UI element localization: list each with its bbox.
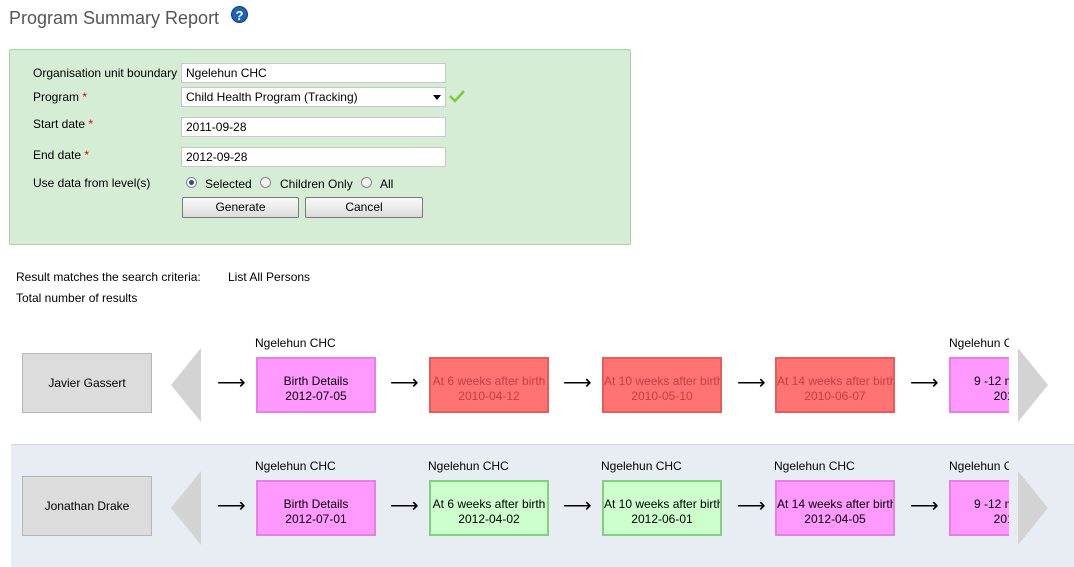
stage-name: At 6 weeks after birth bbox=[432, 497, 546, 511]
stage-box[interactable]: At 14 weeks after birth 2010-06-07 bbox=[775, 357, 895, 413]
radio-all[interactable] bbox=[361, 177, 372, 188]
stage-clip: 9 -12 months2012- bbox=[949, 480, 1009, 536]
scroll-right-icon[interactable] bbox=[1018, 471, 1048, 545]
page-title: Program Summary Report bbox=[9, 8, 220, 28]
arrow-right-icon: ⟶ bbox=[910, 495, 939, 517]
org-unit-label: Organisation unit boundary bbox=[33, 66, 178, 80]
stage-name: Birth Details bbox=[283, 374, 349, 388]
stage-name: At 6 weeks after birth bbox=[432, 374, 546, 388]
stage-box[interactable]: 9 -12 months2012- bbox=[949, 357, 1009, 413]
stage-name: Birth Details bbox=[283, 497, 349, 511]
help-icon[interactable]: ? bbox=[231, 6, 248, 23]
end-date-field[interactable]: 2012-09-28 bbox=[181, 147, 446, 167]
stage-box[interactable]: At 10 weeks after birth 2012-06-01 bbox=[602, 480, 722, 536]
arrow-right-icon: ⟶ bbox=[910, 372, 939, 394]
stage-name: At 10 weeks after birth bbox=[604, 497, 722, 511]
stage-name: 9 -12 months bbox=[973, 374, 1009, 388]
org-unit-field[interactable]: Ngelehun CHC bbox=[181, 63, 446, 83]
stage-org: Ngelehun CHC bbox=[255, 336, 336, 350]
radio-children-only[interactable] bbox=[260, 177, 271, 188]
radio-children-only-label: Children Only bbox=[280, 177, 353, 191]
criteria-label: Result matches the search criteria: bbox=[16, 270, 201, 284]
cancel-button[interactable]: Cancel bbox=[305, 197, 423, 218]
stage-date: 2012-07-05 bbox=[285, 389, 347, 403]
program-label: Program * bbox=[33, 90, 88, 104]
start-date-label: Start date * bbox=[33, 117, 94, 131]
start-date-field[interactable]: 2011-09-28 bbox=[181, 117, 446, 137]
stage-box[interactable]: At 6 weeks after birth 2010-04-12 bbox=[429, 357, 549, 413]
checkmark-icon bbox=[449, 90, 465, 103]
arrow-right-icon: ⟶ bbox=[217, 372, 246, 394]
stage-name: At 14 weeks after birth bbox=[777, 374, 895, 388]
stage-date: 2012-06-01 bbox=[631, 512, 693, 526]
stage-box[interactable]: 9 -12 months2012- bbox=[949, 480, 1009, 536]
level-label: Use data from level(s) bbox=[33, 176, 151, 190]
person-button[interactable]: Javier Gassert bbox=[22, 353, 152, 413]
stage-clip: 9 -12 months2012- bbox=[949, 357, 1009, 413]
radio-selected[interactable] bbox=[186, 177, 197, 188]
arrow-right-icon: ⟶ bbox=[737, 495, 766, 517]
stage-date: 2012-04-05 bbox=[804, 512, 866, 526]
stage-org: Ngelehun CHC bbox=[774, 459, 855, 473]
required-mark: * bbox=[88, 117, 94, 131]
stage-org: Ngelehun CHC bbox=[255, 459, 336, 473]
generate-button[interactable]: Generate bbox=[182, 197, 299, 218]
stage-box[interactable]: At 10 weeks after birth 2010-05-10 bbox=[602, 357, 722, 413]
scroll-left-icon[interactable] bbox=[171, 348, 201, 422]
stage-name: At 14 weeks after birth bbox=[777, 497, 895, 511]
radio-all-label: All bbox=[380, 177, 394, 191]
stage-date: 2012- bbox=[993, 512, 1009, 526]
arrow-right-icon: ⟶ bbox=[390, 372, 419, 394]
program-select-value: Child Health Program (Tracking) bbox=[186, 90, 358, 104]
stage-name: At 10 weeks after birth bbox=[604, 374, 722, 388]
chevron-down-icon bbox=[433, 95, 441, 100]
stage-box[interactable]: At 14 weeks after birth 2012-04-05 bbox=[775, 480, 895, 536]
stage-org: Ngelehun CHC bbox=[428, 459, 509, 473]
stage-org: Ngelehun CHC bbox=[949, 459, 1009, 473]
stage-date: 2012-04-02 bbox=[458, 512, 520, 526]
stage-org: Ngelehun CHC bbox=[949, 336, 1009, 350]
total-results-label: Total number of results bbox=[16, 291, 138, 305]
arrow-right-icon: ⟶ bbox=[563, 372, 592, 394]
stage-date: 2012-07-01 bbox=[285, 512, 347, 526]
stage-date: 2012- bbox=[993, 389, 1009, 403]
stage-org: Ngelehun CHC bbox=[601, 459, 682, 473]
arrow-right-icon: ⟶ bbox=[217, 495, 246, 517]
criteria-value: List All Persons bbox=[228, 270, 311, 284]
stage-date: 2010-04-12 bbox=[458, 389, 520, 403]
stage-date: 2010-06-07 bbox=[804, 389, 866, 403]
arrow-right-icon: ⟶ bbox=[737, 372, 766, 394]
stage-date: 2010-05-10 bbox=[631, 389, 693, 403]
stage-name: 9 -12 months bbox=[973, 497, 1009, 511]
stage-box[interactable]: At 6 weeks after birth 2012-04-02 bbox=[429, 480, 549, 536]
scroll-right-icon[interactable] bbox=[1018, 348, 1048, 422]
program-select[interactable]: Child Health Program (Tracking) bbox=[181, 87, 446, 107]
required-mark: * bbox=[82, 90, 88, 104]
scroll-left-icon[interactable] bbox=[171, 471, 201, 545]
person-button[interactable]: Jonathan Drake bbox=[22, 476, 152, 536]
end-date-label: End date * bbox=[33, 148, 90, 162]
required-mark: * bbox=[84, 148, 90, 162]
arrow-right-icon: ⟶ bbox=[563, 495, 592, 517]
arrow-right-icon: ⟶ bbox=[390, 495, 419, 517]
stage-box[interactable]: Birth Details 2012-07-01 bbox=[256, 480, 376, 536]
stage-box[interactable]: Birth Details 2012-07-05 bbox=[256, 357, 376, 413]
radio-selected-label: Selected bbox=[205, 177, 252, 191]
